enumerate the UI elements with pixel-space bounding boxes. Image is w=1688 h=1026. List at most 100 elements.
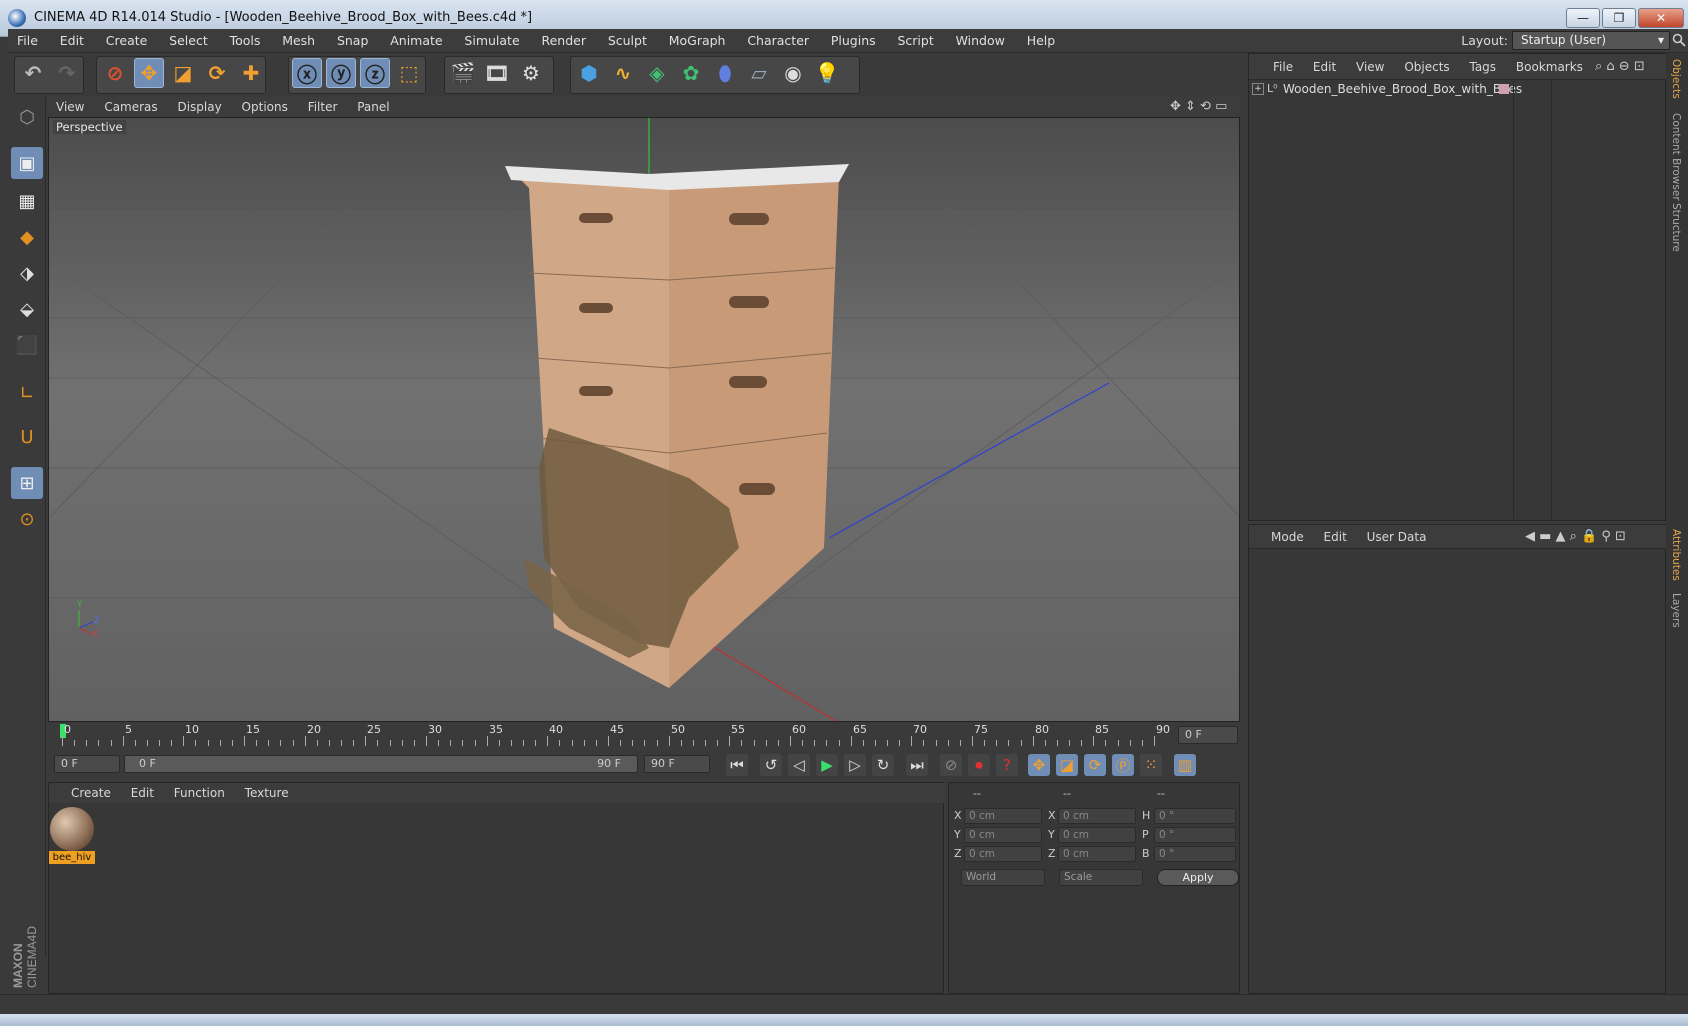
record-rotation-icon[interactable]: ⟳ <box>1084 754 1106 776</box>
menu-render[interactable]: Render <box>532 29 595 53</box>
menu-mograph[interactable]: MoGraph <box>660 29 735 53</box>
maximize-button[interactable]: ❐ <box>1602 8 1636 28</box>
3d-viewport[interactable]: Perspective Y Z X <box>48 117 1240 722</box>
material-menu-create[interactable]: Create <box>49 783 119 803</box>
render-settings-icon[interactable]: ⚙ <box>516 58 546 88</box>
rotate-tool-icon[interactable]: ⟳ <box>202 58 232 88</box>
rotation-p-field[interactable]: 0 ° <box>1154 827 1236 843</box>
attributes-menu-user-data[interactable]: User Data <box>1359 525 1435 549</box>
attributes-menu-mode[interactable]: Mode <box>1249 525 1312 549</box>
minimize-button[interactable]: — <box>1566 8 1600 28</box>
make-editable-icon[interactable]: ⬡ <box>11 101 43 133</box>
position-x-field[interactable]: 0 cm <box>964 808 1042 824</box>
edges-mode-icon[interactable]: ⬙ <box>11 293 43 325</box>
viewport-menu-cameras[interactable]: Cameras <box>96 97 165 117</box>
x-axis-lock-icon[interactable]: ⓧ <box>292 58 322 88</box>
record-keys-icon[interactable]: ⊘ <box>940 754 962 776</box>
floor-icon[interactable]: ▱ <box>744 58 774 88</box>
layout-select[interactable]: Startup (User) <box>1512 31 1670 50</box>
workplane-mode-icon[interactable]: ◆ <box>11 221 43 253</box>
coordinate-space-dropdown[interactable]: World <box>961 869 1045 886</box>
live-selection-icon[interactable]: ⊘ <box>100 58 130 88</box>
beehive-model[interactable] <box>505 164 849 688</box>
attributes-menu-edit[interactable]: Edit <box>1316 525 1355 549</box>
previous-frame-icon[interactable]: ◁ <box>788 754 810 776</box>
menu-mesh[interactable]: Mesh <box>273 29 324 53</box>
locked-workplane-icon[interactable]: ⊙ <box>11 503 43 535</box>
subdivision-surface-icon[interactable]: ◈ <box>642 58 672 88</box>
viewport-menu-panel[interactable]: Panel <box>349 97 397 117</box>
camera-icon[interactable]: ◉ <box>778 58 808 88</box>
points-mode-icon[interactable]: ⬗ <box>11 257 43 289</box>
keyframe-selection-icon[interactable]: ? <box>996 754 1018 776</box>
objects-menu-file[interactable]: File <box>1249 54 1301 80</box>
viewport-menu-view[interactable]: View <box>48 97 92 117</box>
next-key-icon[interactable]: ↻ <box>872 754 894 776</box>
snapping-icon[interactable]: ⊞ <box>11 467 43 499</box>
record-parameter-icon[interactable]: Ⓟ <box>1112 754 1134 776</box>
menu-animate[interactable]: Animate <box>381 29 451 53</box>
menu-edit[interactable]: Edit <box>51 29 93 53</box>
render-picture-viewer-icon[interactable]: 🎞 <box>482 58 512 88</box>
record-position-icon[interactable]: ✥ <box>1028 754 1050 776</box>
timeline-ruler[interactable]: 0 5 10 15 20 25 30 35 40 45 50 55 60 65 70 75 80 85 90 0 F <box>48 722 1240 748</box>
record-scale-icon[interactable]: ◪ <box>1056 754 1078 776</box>
record-pla-icon[interactable]: ⁙ <box>1140 754 1162 776</box>
material-menu-edit[interactable]: Edit <box>123 783 162 803</box>
tab-content-browser[interactable]: Content Browser <box>1670 113 1682 201</box>
menu-sculpt[interactable]: Sculpt <box>599 29 656 53</box>
menu-create[interactable]: Create <box>97 29 157 53</box>
object-tree-item[interactable]: Wooden_Beehive_Brood_Box_with_Bees <box>1283 82 1522 96</box>
viewport-navigation-icons[interactable]: ✥ ⇕ ⟲ ▭ <box>1170 99 1227 114</box>
menu-simulate[interactable]: Simulate <box>455 29 528 53</box>
tab-structure[interactable]: Structure <box>1670 203 1682 252</box>
material-name[interactable]: bee_hiv <box>49 851 95 864</box>
spline-icon[interactable]: ∿ <box>608 58 638 88</box>
end-frame-field[interactable]: 90 F <box>644 755 710 773</box>
menu-select[interactable]: Select <box>160 29 217 53</box>
objects-menu-bookmarks[interactable]: Bookmarks <box>1508 54 1591 80</box>
menu-character[interactable]: Character <box>738 29 818 53</box>
coordinate-system-icon[interactable]: ⬚ <box>394 58 424 88</box>
cube-object-icon[interactable]: ⬢ <box>574 58 604 88</box>
menu-snap[interactable]: Snap <box>328 29 377 53</box>
position-z-field[interactable]: 0 cm <box>964 846 1042 862</box>
viewport-menu-filter[interactable]: Filter <box>300 97 346 117</box>
expand-icon[interactable]: + <box>1252 83 1264 95</box>
tab-objects[interactable]: Objects <box>1670 59 1682 99</box>
menu-plugins[interactable]: Plugins <box>822 29 885 53</box>
preview-range-slider[interactable]: 0 F 90 F <box>124 755 638 773</box>
material-swatch[interactable] <box>50 807 94 851</box>
size-z-field[interactable]: 0 cm <box>1058 846 1136 862</box>
undo-icon[interactable]: ↶ <box>18 58 48 88</box>
size-y-field[interactable]: 0 cm <box>1058 827 1136 843</box>
add-object-icon[interactable]: ✚ <box>236 58 266 88</box>
scale-tool-icon[interactable]: ◪ <box>168 58 198 88</box>
tab-attributes[interactable]: Attributes <box>1670 529 1682 581</box>
viewport-menu-display[interactable]: Display <box>169 97 229 117</box>
go-to-start-icon[interactable]: ⏮ <box>726 754 748 776</box>
move-tool-icon[interactable]: ✥ <box>134 58 164 88</box>
texture-mode-icon[interactable]: ▦ <box>11 185 43 217</box>
current-frame-field[interactable]: 0 F <box>1178 726 1238 744</box>
light-icon[interactable]: 💡 <box>812 58 842 88</box>
menu-tools[interactable]: Tools <box>221 29 270 53</box>
objects-menu-view[interactable]: View <box>1348 54 1392 80</box>
previous-key-icon[interactable]: ↺ <box>760 754 782 776</box>
rotation-h-field[interactable]: 0 ° <box>1154 808 1236 824</box>
z-axis-lock-icon[interactable]: ⓩ <box>360 58 390 88</box>
redo-icon[interactable]: ↷ <box>52 58 82 88</box>
model-mode-icon[interactable]: ▣ <box>11 147 43 179</box>
cinema4d-app-icon[interactable] <box>8 9 26 27</box>
apply-button[interactable]: Apply <box>1157 869 1239 886</box>
rotation-b-field[interactable]: 0 ° <box>1154 846 1236 862</box>
viewport-menu-options[interactable]: Options <box>234 97 296 117</box>
render-view-icon[interactable]: 🎬 <box>448 58 478 88</box>
search-icon[interactable] <box>1672 33 1686 47</box>
menu-script[interactable]: Script <box>888 29 942 53</box>
play-icon[interactable]: ▶ <box>816 754 838 776</box>
deformer-icon[interactable]: ⬮ <box>710 58 740 88</box>
menu-window[interactable]: Window <box>947 29 1014 53</box>
tab-layers[interactable]: Layers <box>1670 593 1682 628</box>
cloner-icon[interactable]: ✿ <box>676 58 706 88</box>
